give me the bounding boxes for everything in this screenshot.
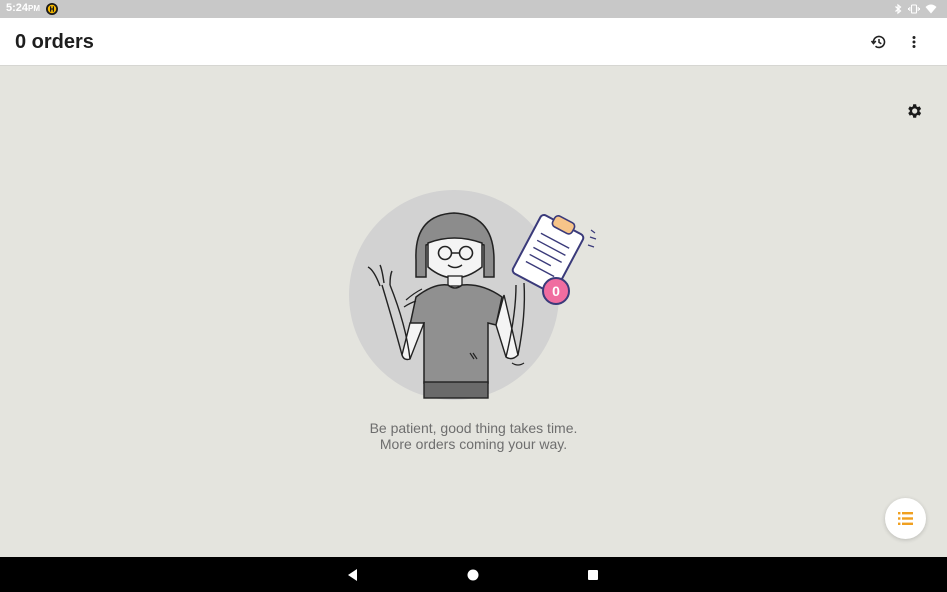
clock-time: 5:24 <box>6 2 29 14</box>
history-icon[interactable] <box>869 32 889 52</box>
face <box>427 237 483 279</box>
status-time: 5:24PM <box>6 2 40 14</box>
wifi-icon <box>925 4 937 14</box>
list-icon <box>898 512 913 525</box>
app-notification-icon <box>46 3 58 15</box>
shirt <box>409 284 503 384</box>
more-vert-icon[interactable] <box>904 32 924 52</box>
app-bar: 0 orders <box>0 18 947 66</box>
order-count-badge-text: 0 <box>552 283 560 299</box>
status-bar: 5:24PM <box>0 0 947 18</box>
order-list-fab[interactable] <box>885 498 926 539</box>
gear-icon[interactable] <box>905 102 923 120</box>
pants <box>423 381 489 399</box>
home-icon[interactable] <box>464 566 482 584</box>
empty-message-line-2: More orders coming your way. <box>379 436 568 452</box>
system-nav-bar <box>0 557 947 592</box>
recents-icon[interactable] <box>584 566 602 584</box>
empty-message-line-1: Be patient, good thing takes time. <box>369 420 578 436</box>
empty-state-illustration: 0 <box>349 190 597 400</box>
back-icon[interactable] <box>344 566 362 584</box>
clock-ampm: PM <box>28 4 41 13</box>
bluetooth-icon <box>895 3 902 15</box>
page-title: 0 orders <box>15 31 94 53</box>
vibrate-icon <box>908 4 920 14</box>
